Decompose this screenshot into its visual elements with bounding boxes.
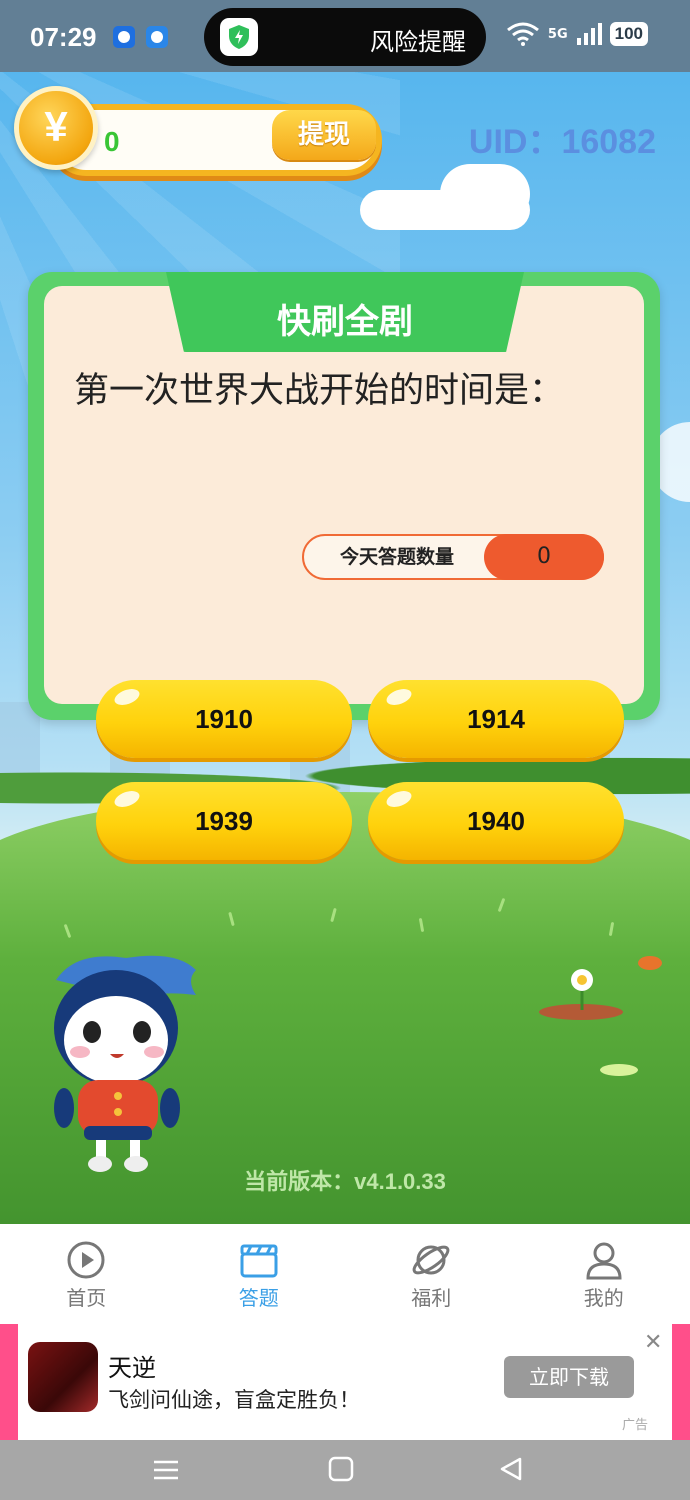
withdraw-button[interactable]: 提现 (272, 110, 376, 160)
quiz-scene: ¥ 0 提现 UID：16082 快刷全剧 第一次世界大战开始的时间是： 今天答… (0, 72, 690, 1224)
close-icon[interactable]: ✕ (644, 1330, 662, 1355)
browser-notification-icon (146, 26, 168, 48)
game-icon (28, 1342, 98, 1412)
signal-icon (576, 23, 602, 45)
tab-mine[interactable]: 我的 (518, 1224, 690, 1324)
home-icon[interactable] (328, 1456, 354, 1482)
shield-icon (220, 18, 258, 56)
planet-icon (412, 1245, 450, 1275)
dynamic-island[interactable]: 风险提醒 (204, 8, 486, 66)
user-icon (586, 1242, 622, 1280)
clapperboard-icon (240, 1244, 278, 1278)
status-indicators: 5G 100 (506, 22, 648, 46)
tab-quiz[interactable]: 答题 (173, 1224, 346, 1324)
wifi-icon (506, 22, 539, 46)
back-icon[interactable] (498, 1456, 524, 1482)
ad-subtitle: 飞剑问仙途，盲盒定胜负！ (108, 1388, 360, 1412)
mascot-character (54, 955, 196, 1172)
tab-home[interactable]: 首页 (0, 1224, 173, 1324)
system-nav-bar (0, 1440, 690, 1500)
bottom-tab-bar: 首页 答题 福利 我的 (0, 1224, 690, 1324)
cloud (440, 164, 530, 224)
answer-option-2[interactable]: 1914 (368, 680, 624, 758)
play-circle-icon (67, 1241, 105, 1279)
yuan-coin-icon: ¥ (14, 86, 98, 170)
small-flower-decoration (600, 1064, 638, 1076)
tab-quiz-label: 答题 (238, 1286, 279, 1310)
status-bar: 07:29 风险提醒 5G 100 (0, 0, 690, 72)
answer-option-3[interactable]: 1939 (96, 782, 352, 860)
hedgehog-decoration (638, 956, 662, 970)
tab-mine-label: 我的 (583, 1286, 624, 1310)
ad-title: 天逆 (108, 1354, 156, 1382)
flower-decoration (539, 969, 623, 1020)
ad-tag: 广告 (622, 1418, 649, 1433)
menu-icon[interactable] (152, 1458, 180, 1482)
answer-option-4[interactable]: 1940 (368, 782, 624, 860)
status-time: 07:29 (30, 22, 97, 52)
tab-welfare-label: 福利 (411, 1286, 452, 1310)
daily-answer-count-label: 今天答题数量 (339, 546, 454, 568)
battery-indicator: 100 (609, 22, 648, 46)
answer-option-1[interactable]: 1910 (96, 680, 352, 758)
user-id: UID：16082 (468, 123, 656, 161)
tab-welfare[interactable]: 福利 (345, 1224, 518, 1324)
app-version: 当前版本：v4.1.0.33 (244, 1169, 446, 1194)
daily-answer-count: 今天答题数量 0 (302, 534, 604, 580)
ad-banner[interactable]: 天逆 飞剑问仙途，盲盒定胜负！ 立即下载 ✕ 广告 (0, 1324, 690, 1440)
coin-balance-value: 0 (104, 126, 120, 157)
daily-answer-count-value: 0 (484, 534, 604, 580)
card-title: 快刷全剧 (277, 302, 413, 342)
ad-download-button[interactable]: 立即下载 (504, 1356, 634, 1398)
question-text: 第一次世界大战开始的时间是： (74, 371, 565, 411)
network-type: 5G (547, 26, 568, 42)
app-notification-icon (113, 26, 135, 48)
island-alert-text: 风险提醒 (370, 28, 466, 56)
tab-home-label: 首页 (66, 1286, 107, 1310)
